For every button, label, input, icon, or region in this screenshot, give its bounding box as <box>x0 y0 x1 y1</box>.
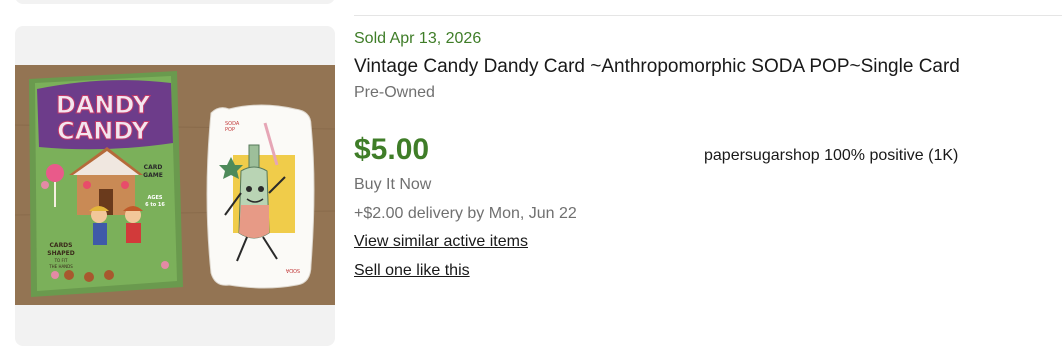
box-tagline-4: THE HANDS <box>48 264 73 269</box>
candy-box: DANDY CANDY CARD GAME AGES 6 to 16 CARDS… <box>29 71 183 297</box>
box-age-range: 6 to 16 <box>145 202 165 208</box>
card-label-bottom: SODA <box>285 267 300 273</box>
sold-date: Sold Apr 13, 2026 <box>354 30 482 47</box>
sell-one-like-this-link[interactable]: Sell one like this <box>354 262 470 280</box>
box-tagline-2: SHAPED <box>47 250 74 257</box>
buying-format: Buy It Now <box>354 176 432 193</box>
sold-price: $5.00 <box>354 133 430 166</box>
box-age-label: AGES <box>148 195 163 201</box>
box-subtitle-game: GAME <box>143 172 163 179</box>
soda-pop-card: SODA POP SODA <box>206 104 315 289</box>
box-title-candy: CANDY <box>57 117 149 145</box>
box-tagline-3: TO FIT <box>54 258 68 263</box>
divider <box>354 15 1062 16</box>
item-photo: DANDY CANDY CARD GAME AGES 6 to 16 CARDS… <box>15 65 335 305</box>
item-image[interactable]: DANDY CANDY CARD GAME AGES 6 to 16 CARDS… <box>15 26 335 346</box>
view-similar-link[interactable]: View similar active items <box>354 233 528 251</box>
box-title-dandy: DANDY <box>56 91 151 119</box>
shipping-info: +$2.00 delivery by Mon, Jun 22 <box>354 205 577 222</box>
previous-item-card <box>15 0 335 4</box>
seller-info[interactable]: papersugarshop 100% positive (1K) <box>704 147 958 165</box>
listing-title[interactable]: Vintage Candy Dandy Card ~Anthropomorphi… <box>354 55 960 79</box>
card-label-pop: POP <box>225 127 235 133</box>
box-subtitle-card: CARD <box>144 164 163 171</box>
box-tagline-1: CARDS <box>50 242 73 249</box>
listing-details: Sold Apr 13, 2026 Vintage Candy Dandy Ca… <box>354 28 960 279</box>
item-condition: Pre-Owned <box>354 84 435 101</box>
